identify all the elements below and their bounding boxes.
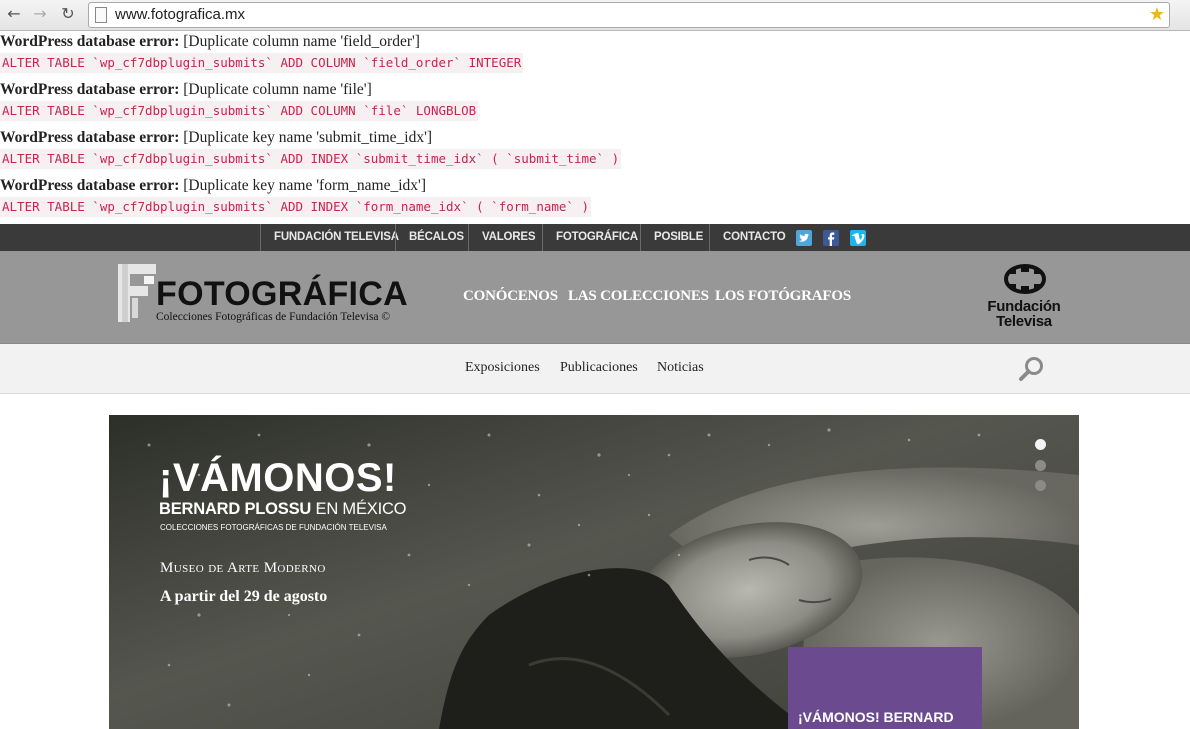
error-line: WordPress database error: [Duplicate col…: [0, 81, 1190, 99]
slider-dot-1[interactable]: [1035, 439, 1046, 450]
page-icon: [95, 7, 107, 23]
error-label: WordPress database error:: [0, 81, 180, 98]
topbar-link-valores[interactable]: VALORES: [468, 224, 536, 251]
hero-slider[interactable]: ¡VÁMONOS! BERNARD PLOSSU EN MÉXICO COLEC…: [109, 415, 1079, 729]
error-message: [Duplicate column name 'file']: [183, 81, 372, 98]
hero-caption: COLECCIONES FOTOGRÁFICAS DE FUNDACIÓN TE…: [160, 523, 387, 532]
facebook-icon[interactable]: [823, 230, 839, 246]
back-button[interactable]: ←: [4, 3, 24, 25]
reload-button[interactable]: ↻: [58, 3, 78, 25]
error-block: WordPress database error: [Duplicate key…: [0, 129, 1190, 177]
slider-dot-2[interactable]: [1035, 460, 1046, 471]
error-sql: ALTER TABLE `wp_cf7dbplugin_submits` ADD…: [0, 101, 479, 121]
error-message: [Duplicate key name 'form_name_idx']: [183, 177, 426, 194]
search-icon[interactable]: [1017, 355, 1045, 383]
address-bar[interactable]: www.fotografica.mx ★: [88, 2, 1170, 28]
error-label: WordPress database error:: [0, 177, 180, 194]
top-network-bar: FUNDACIÓN TELEVISA BÉCALOS VALORES FOTOG…: [0, 224, 1190, 251]
error-label: WordPress database error:: [0, 129, 180, 146]
forward-button[interactable]: →: [30, 3, 50, 25]
hero-subtitle: BERNARD PLOSSU EN MÉXICO: [159, 500, 407, 518]
promo-card[interactable]: ¡VÁMONOS! BERNARD: [788, 647, 982, 729]
topbar-link-posible[interactable]: POSIBLE: [640, 224, 703, 251]
nav-los-fotografos[interactable]: LOS FOTÓGRAFOS: [715, 288, 851, 305]
fundacion-televisa-logo-text: Fundación Televisa: [962, 299, 1086, 329]
bookmark-star-icon[interactable]: ★: [1149, 4, 1165, 25]
hero-title: ¡VÁMONOS!: [159, 456, 397, 500]
subnav-noticias[interactable]: Noticias: [657, 360, 704, 376]
hero-subtitle-name: BERNARD PLOSSU: [159, 500, 312, 518]
partner-logo-line2: Televisa: [996, 313, 1052, 330]
error-sql: ALTER TABLE `wp_cf7dbplugin_submits` ADD…: [0, 197, 591, 217]
error-message: [Duplicate key name 'submit_time_idx']: [183, 129, 433, 146]
secondary-nav: Exposiciones Publicaciones Noticias: [0, 344, 1190, 394]
nav-conocenos[interactable]: CONÓCENOS: [463, 288, 558, 305]
logo-subtitle: Colecciones Fotográficas de Fundación Te…: [156, 311, 391, 323]
slider-dot-3[interactable]: [1035, 480, 1046, 491]
error-sql: ALTER TABLE `wp_cf7dbplugin_submits` ADD…: [0, 149, 622, 169]
hero-venue: Museo de Arte Moderno: [160, 560, 326, 576]
topbar-link-fotografica[interactable]: FOTOGRÁFICA: [542, 224, 638, 251]
nav-las-colecciones[interactable]: LAS COLECCIONES: [568, 288, 709, 305]
subnav-publicaciones[interactable]: Publicaciones: [560, 360, 638, 376]
hero-subtitle-place: EN MÉXICO: [311, 500, 407, 518]
error-line: WordPress database error: [Duplicate key…: [0, 177, 1190, 195]
error-block: WordPress database error: [Duplicate key…: [0, 177, 1190, 225]
topbar-link-becalos[interactable]: BÉCALOS: [395, 224, 464, 251]
browser-toolbar: ← → ↻ www.fotografica.mx ★: [0, 0, 1190, 31]
error-line: WordPress database error: [Duplicate key…: [0, 129, 1190, 147]
error-block: WordPress database error: [Duplicate col…: [0, 33, 1190, 81]
twitter-icon[interactable]: [796, 230, 812, 246]
hero-date: A partir del 29 de agosto: [160, 588, 328, 605]
fotografica-logo-icon[interactable]: [118, 262, 156, 322]
error-block: WordPress database error: [Duplicate col…: [0, 81, 1190, 129]
error-label: WordPress database error:: [0, 33, 180, 50]
partner-logo-line1: Fundación: [987, 298, 1061, 315]
subnav-exposiciones[interactable]: Exposiciones: [465, 360, 540, 376]
error-output: WordPress database error: [Duplicate col…: [0, 33, 1190, 225]
url-text[interactable]: www.fotografica.mx: [115, 6, 245, 23]
error-message: [Duplicate column name 'field_order']: [183, 33, 420, 50]
error-sql: ALTER TABLE `wp_cf7dbplugin_submits` ADD…: [0, 53, 524, 73]
topbar-link-fundacion-televisa[interactable]: FUNDACIÓN TELEVISA: [260, 224, 399, 251]
promo-label: ¡VÁMONOS! BERNARD: [798, 709, 954, 725]
vimeo-icon[interactable]: [850, 230, 866, 246]
logo-text[interactable]: FOTOGRÁFICA: [156, 274, 408, 314]
topbar-link-contacto[interactable]: CONTACTO: [709, 224, 786, 251]
error-line: WordPress database error: [Duplicate col…: [0, 33, 1190, 51]
